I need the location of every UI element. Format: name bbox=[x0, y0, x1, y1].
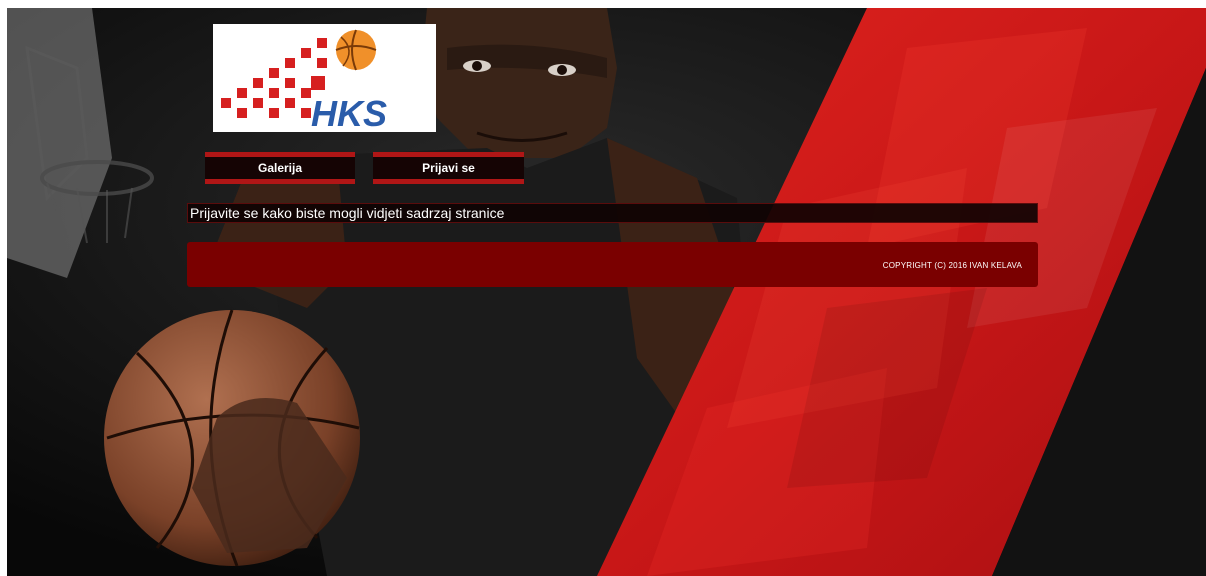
nav-galerija-label: Galerija bbox=[257, 161, 303, 175]
nav-galerija-button[interactable]: Galerija bbox=[205, 152, 355, 184]
login-notice: Prijavite se kako biste mogli vidjeti sa… bbox=[187, 203, 1038, 223]
footer: COPYRIGHT (C) 2016 IVAN KELAVA bbox=[187, 242, 1038, 287]
hks-logo-text: HKS bbox=[311, 93, 387, 132]
basketball-icon bbox=[335, 29, 377, 71]
nav-prijavi-se-label: Prijavi se bbox=[422, 161, 475, 175]
login-notice-text: Prijavite se kako biste mogli vidjeti sa… bbox=[190, 205, 505, 221]
basketball-graphic bbox=[104, 309, 360, 567]
page-viewport: HKS Galerija Prijavi se Prijavite se kak… bbox=[7, 8, 1206, 576]
hks-logo-graphic: HKS bbox=[221, 29, 387, 134]
nav-prijavi-se-button[interactable]: Prijavi se bbox=[373, 152, 524, 184]
background-photo bbox=[7, 8, 1206, 576]
copyright-text: COPYRIGHT (C) 2016 IVAN KELAVA bbox=[882, 261, 1022, 270]
hks-logo[interactable]: HKS bbox=[213, 24, 436, 134]
